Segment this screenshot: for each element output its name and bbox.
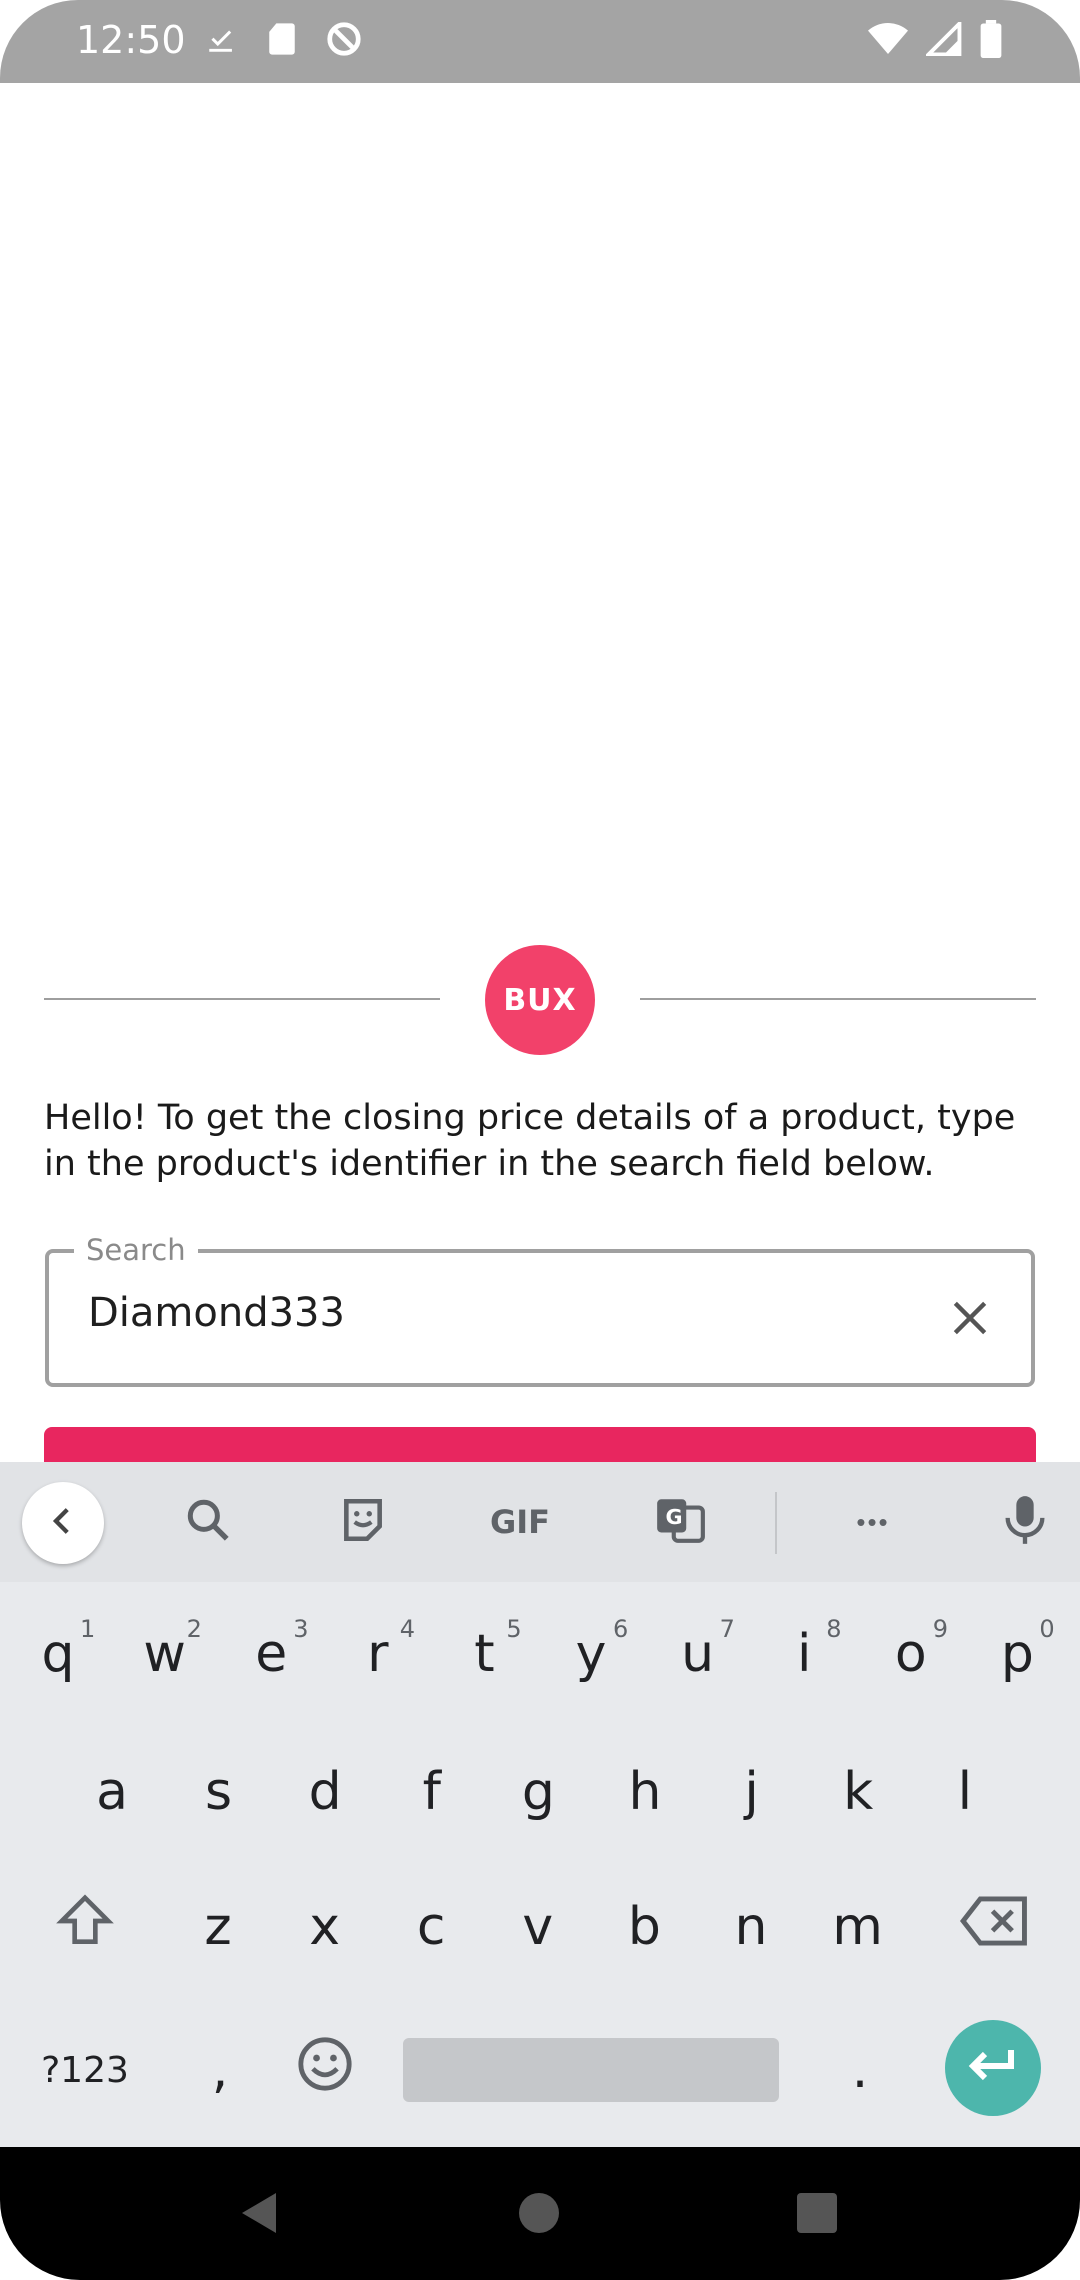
key-hint-2: 2 bbox=[186, 1615, 202, 1643]
key-h[interactable]: h bbox=[595, 1737, 695, 1847]
nav-home-icon[interactable] bbox=[517, 2191, 561, 2240]
search-input-value[interactable]: Diamond333 bbox=[88, 1290, 345, 1336]
search-label: Search bbox=[74, 1233, 198, 1267]
translate-icon: G bbox=[653, 1495, 707, 1550]
checkbox-icon bbox=[205, 22, 239, 61]
mic-icon bbox=[1003, 1494, 1047, 1551]
divider-left bbox=[44, 998, 440, 1000]
svg-text:G: G bbox=[665, 1505, 682, 1529]
keyboard-gif-button[interactable]: GIF bbox=[480, 1492, 560, 1552]
backspace-key[interactable] bbox=[945, 1872, 1045, 1982]
logo-text: BUX bbox=[503, 982, 577, 1018]
key-hint-5: 5 bbox=[506, 1615, 522, 1643]
key-c[interactable]: c bbox=[381, 1872, 481, 1982]
bux-logo: BUX bbox=[485, 945, 595, 1055]
emoji-icon bbox=[296, 2035, 354, 2106]
key-hint-3: 3 bbox=[293, 1615, 309, 1643]
key-d[interactable]: d bbox=[275, 1737, 375, 1847]
status-time: 12:50 bbox=[76, 18, 186, 62]
backspace-icon bbox=[959, 1894, 1030, 1961]
sd-card-icon bbox=[267, 22, 297, 61]
key-hint-7: 7 bbox=[719, 1615, 735, 1643]
nav-recents-icon[interactable] bbox=[797, 2193, 837, 2238]
back-icon bbox=[46, 1504, 80, 1543]
shift-key[interactable] bbox=[35, 1872, 135, 1982]
keyboard-back-button[interactable] bbox=[22, 1482, 104, 1564]
period-key[interactable]: . bbox=[810, 2015, 910, 2125]
shift-icon bbox=[54, 1890, 116, 1965]
symbols-key[interactable]: ?123 bbox=[35, 2015, 135, 2125]
enter-icon bbox=[967, 2046, 1019, 2091]
key-hint-8: 8 bbox=[826, 1615, 842, 1643]
intro-text: Hello! To get the closing price details … bbox=[44, 1098, 1016, 1184]
keyboard-search-button[interactable] bbox=[178, 1492, 238, 1552]
key-s[interactable]: s bbox=[169, 1737, 269, 1847]
keyboard-toolbar: GIF G ••• bbox=[0, 1462, 1080, 1582]
search-icon bbox=[183, 1495, 233, 1550]
key-x[interactable]: x bbox=[275, 1872, 375, 1982]
sticker-icon bbox=[338, 1495, 388, 1550]
comma-key[interactable]: , bbox=[170, 2015, 270, 2125]
key-n[interactable]: n bbox=[701, 1872, 801, 1982]
toolbar-separator bbox=[775, 1492, 777, 1554]
space-key[interactable] bbox=[403, 2038, 779, 2102]
keyboard-sticker-button[interactable] bbox=[333, 1492, 393, 1552]
more-icon: ••• bbox=[856, 1506, 890, 1537]
key-l[interactable]: l bbox=[915, 1737, 1015, 1847]
navigation-bar bbox=[0, 2147, 1080, 2280]
key-z[interactable]: z bbox=[168, 1872, 268, 1982]
key-hint-9: 9 bbox=[932, 1615, 949, 1643]
signal-icon bbox=[923, 18, 962, 61]
key-j[interactable]: j bbox=[702, 1737, 802, 1847]
nav-back-icon[interactable] bbox=[236, 2189, 280, 2242]
key-hint-0: 0 bbox=[1039, 1615, 1055, 1643]
battery-icon bbox=[980, 20, 1002, 63]
key-hint-4: 4 bbox=[399, 1615, 416, 1643]
enter-key[interactable] bbox=[945, 2020, 1041, 2116]
key-hint-6: 6 bbox=[613, 1615, 629, 1643]
clear-search-button[interactable] bbox=[940, 1290, 1000, 1350]
wifi-icon bbox=[868, 22, 908, 61]
key-a[interactable]: a bbox=[62, 1737, 162, 1847]
key-k[interactable]: k bbox=[808, 1737, 908, 1847]
key-hint-1: 1 bbox=[80, 1615, 96, 1643]
soft-keyboard: GIF G ••• q1w2e3r4t5y6u7i8o9p0 asdfghjkl… bbox=[0, 1462, 1080, 2147]
status-bar: 12:50 bbox=[0, 0, 1080, 83]
close-icon bbox=[948, 1296, 992, 1345]
divider-right bbox=[640, 998, 1036, 1000]
key-m[interactable]: m bbox=[808, 1872, 908, 1982]
key-v[interactable]: v bbox=[488, 1872, 588, 1982]
keyboard-mic-button[interactable] bbox=[995, 1492, 1055, 1552]
key-b[interactable]: b bbox=[594, 1872, 694, 1982]
keyboard-more-button[interactable]: ••• bbox=[843, 1492, 903, 1552]
key-f[interactable]: f bbox=[382, 1737, 482, 1847]
submit-button[interactable] bbox=[44, 1427, 1036, 1467]
gif-icon: GIF bbox=[489, 1503, 551, 1541]
emoji-key[interactable] bbox=[275, 2015, 375, 2125]
key-g[interactable]: g bbox=[488, 1737, 588, 1847]
keyboard-translate-button[interactable]: G bbox=[650, 1492, 710, 1552]
blocked-sync-icon bbox=[325, 20, 363, 63]
